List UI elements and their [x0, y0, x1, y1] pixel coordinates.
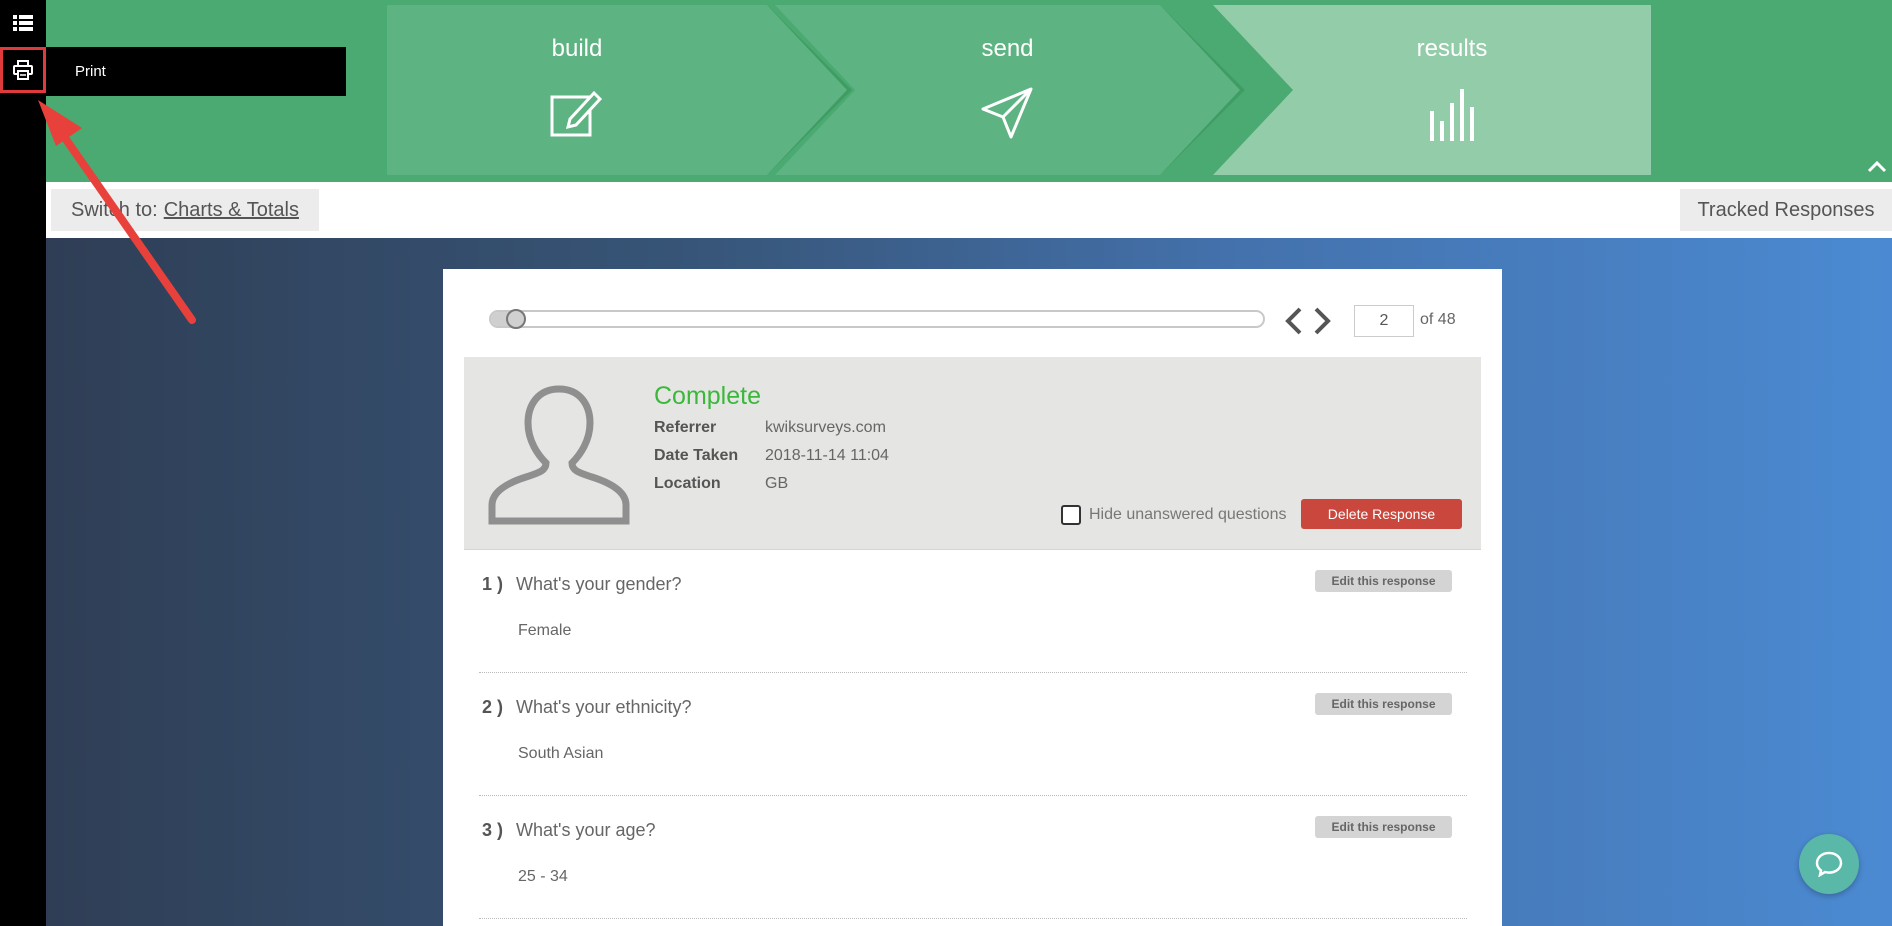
step-send-label: send — [981, 35, 1034, 62]
page-total: of 48 — [1420, 311, 1456, 328]
question-number: 1 ) — [482, 574, 504, 594]
edit-response-button[interactable]: Edit this response — [1315, 816, 1452, 838]
question-item: 1 ) What's your gender? Female Edit this… — [479, 550, 1467, 673]
charts-totals-link[interactable]: Charts & Totals — [164, 199, 299, 222]
chat-bubble-icon — [1815, 851, 1843, 877]
response-status: Complete — [654, 382, 761, 410]
response-header: Complete Referrer kwiksurveys.com Date Ta… — [464, 357, 1481, 550]
previous-response-button[interactable] — [1281, 305, 1307, 337]
switch-bar: Switch to: Charts & Totals Tracked Respo… — [46, 182, 1892, 238]
question-answer: 25 - 34 — [518, 868, 568, 885]
switch-prefix: Switch to: — [71, 198, 158, 221]
question-number: 3 ) — [482, 820, 504, 840]
switch-to-button[interactable]: Switch to: Charts & Totals — [51, 189, 319, 231]
list-menu-button[interactable] — [0, 0, 46, 46]
hide-unanswered-toggle[interactable]: Hide unanswered questions — [1061, 505, 1286, 525]
list-icon — [13, 15, 33, 31]
print-button[interactable] — [0, 47, 46, 93]
bar-chart-icon — [1430, 89, 1474, 141]
send-plane-icon — [981, 87, 1033, 139]
collapse-header-button[interactable] — [1862, 155, 1892, 179]
tracked-responses-button[interactable]: Tracked Responses — [1680, 189, 1892, 231]
question-answer: Female — [518, 622, 572, 639]
meta-location: Location GB — [654, 475, 789, 492]
chevron-right-icon — [1314, 307, 1331, 335]
user-avatar-icon — [488, 385, 630, 525]
delete-response-button[interactable]: Delete Response — [1301, 499, 1462, 529]
edit-response-button[interactable]: Edit this response — [1315, 570, 1452, 592]
wizard-steps: build send results — [387, 5, 1651, 175]
left-sidebar — [0, 0, 46, 926]
response-card: of 48 Complete Referrerkwiksurveys.com D… — [443, 269, 1502, 926]
question-text: What's your gender? — [516, 574, 682, 594]
chat-launcher-button[interactable] — [1799, 834, 1859, 894]
question-item: 2 ) What's your ethnicity? South Asian E… — [479, 673, 1467, 796]
printer-icon — [13, 60, 33, 80]
slider-thumb[interactable] — [506, 309, 527, 329]
question-text: What's your age? — [516, 820, 656, 840]
response-slider[interactable] — [489, 309, 1265, 329]
step-send[interactable]: send — [775, 5, 1245, 175]
chevron-left-icon — [1285, 307, 1302, 335]
chevron-up-icon — [1867, 161, 1887, 173]
page-number-input[interactable] — [1354, 305, 1414, 337]
meta-date-taken: Date Taken 2018-11-14 11:04 — [654, 447, 889, 464]
step-results[interactable]: results — [1213, 5, 1651, 175]
print-tooltip: Print — [46, 47, 346, 96]
question-answer: South Asian — [518, 745, 604, 762]
hide-unanswered-checkbox[interactable] — [1061, 505, 1081, 525]
question-number: 2 ) — [482, 697, 504, 717]
meta-referrer: Referrer kwiksurveys.com — [654, 419, 886, 436]
edit-icon — [550, 90, 603, 137]
next-response-button[interactable] — [1309, 305, 1335, 337]
step-build-label: build — [551, 35, 603, 62]
question-item: 3 ) What's your age? 25 - 34 Edit this r… — [479, 796, 1467, 919]
hide-unanswered-label: Hide unanswered questions — [1089, 506, 1287, 523]
step-results-label: results — [1416, 35, 1488, 62]
question-text: What's your ethnicity? — [516, 697, 692, 717]
edit-response-button[interactable]: Edit this response — [1315, 693, 1452, 715]
